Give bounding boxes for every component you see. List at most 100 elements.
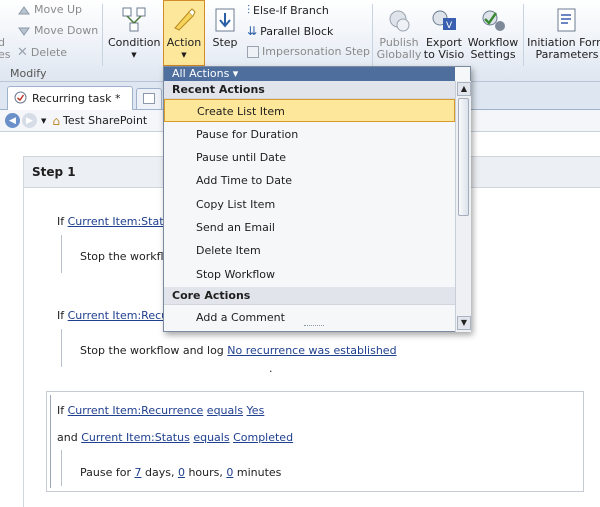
action-dropdown-menu: All Actions ▾ Recent Actions Create List…	[163, 66, 471, 332]
parallel-block-label: Parallel Block	[260, 24, 334, 38]
export-label-2: to Visio	[423, 48, 465, 61]
core-actions-category: Core Actions	[164, 287, 455, 305]
workflow-settings-label-2: Settings	[470, 48, 516, 61]
action-dropdown-icon: ▼	[181, 51, 187, 59]
move-up-icon	[17, 4, 31, 16]
condition-field-link[interactable]: Current Item:Recurrence	[68, 404, 204, 417]
delete-label: Delete	[30, 46, 68, 59]
form-icon	[527, 3, 600, 37]
menu-item-send-an-email[interactable]: Send an Email	[164, 216, 455, 239]
condition-line-1: If Current Item:Status	[57, 215, 176, 228]
breadcrumb-site[interactable]: Test SharePoint	[63, 114, 147, 127]
condition-field-link[interactable]: Current Item:Status	[81, 431, 190, 444]
menu-item-copy-list-item[interactable]: Copy List Item	[164, 193, 455, 216]
step-icon	[209, 3, 241, 37]
resize-grip[interactable]	[304, 325, 324, 329]
minutes-label: minutes	[236, 466, 282, 479]
history-dropdown-icon[interactable]: ▼	[41, 117, 46, 125]
move-down-button[interactable]: Move Down	[17, 24, 98, 37]
workflow-settings-button[interactable]: Workflow Settings	[467, 3, 519, 61]
impersonation-step-label: Impersonation Step	[262, 45, 371, 58]
menu-item-pause-until-date[interactable]: Pause until Date	[164, 146, 455, 169]
scroll-up-button[interactable]: ▲	[457, 82, 471, 96]
publish-label-2: Globally	[376, 48, 422, 61]
value-link[interactable]: Completed	[233, 431, 293, 444]
back-button[interactable]: ◀	[5, 113, 20, 128]
condition-button[interactable]: Condition ▼	[108, 3, 161, 61]
scroll-thumb[interactable]	[458, 98, 469, 216]
action-label: Action	[166, 36, 202, 49]
tab-site[interactable]	[136, 88, 162, 109]
hours-value-link[interactable]: 0	[178, 466, 185, 479]
home-icon: ⌂	[52, 113, 61, 128]
action-prefix: Stop the workflow and log	[80, 344, 224, 357]
days-value-link[interactable]: 7	[134, 466, 141, 479]
menu-scrollbar[interactable]: ▲ ▼	[455, 81, 471, 332]
pause-action-text: Pause for 7 days, 0 hours, 0 minutes	[80, 466, 281, 479]
condition-label: Condition	[108, 36, 161, 49]
initiation-form-parameters-button[interactable]: Initiation Form Parameters	[527, 3, 600, 61]
delete-button[interactable]: ✕ Delete	[17, 45, 67, 60]
else-if-branch-label: Else-If Branch	[253, 4, 329, 17]
modify-group-label: Modify	[10, 67, 47, 80]
menu-item-pause-for-duration[interactable]: Pause for Duration	[164, 123, 455, 146]
days-label: days,	[144, 466, 175, 479]
tab-label: Recurring task *	[32, 92, 121, 105]
parallel-icon: ⇊	[247, 24, 258, 38]
workflow-icon	[14, 91, 27, 107]
condition-line-4: and Current Item:Status equals Completed	[57, 431, 293, 444]
parallel-block-button[interactable]: ⇊ Parallel Block	[247, 24, 333, 38]
value-link[interactable]: Yes	[247, 404, 265, 417]
delete-icon: ✕	[17, 45, 28, 60]
impersonation-icon	[247, 45, 259, 58]
operator-link[interactable]: equals	[207, 404, 243, 417]
condition-icon	[108, 3, 160, 37]
else-if-branch-button[interactable]: ⫶ Else-If Branch	[247, 3, 329, 18]
move-up-label: Move Up	[34, 3, 83, 16]
initiation-form-label-2: Parameters	[535, 48, 599, 61]
condition-dropdown-icon: ▼	[131, 51, 137, 59]
condition-field-link[interactable]: Current Item:Status	[68, 215, 177, 228]
scroll-down-button[interactable]: ▼	[457, 316, 471, 330]
forward-button[interactable]: ▶	[22, 113, 37, 128]
if-keyword: If	[57, 215, 65, 228]
condition-field-link[interactable]: Current Item:Recur	[68, 309, 173, 322]
ribbon-separator	[523, 4, 524, 66]
indent-line	[61, 329, 62, 367]
if-keyword: If	[57, 404, 65, 417]
action-button[interactable]: Action ▼	[163, 0, 205, 66]
indent-line	[61, 450, 62, 486]
insertion-point[interactable]: .	[269, 362, 273, 375]
menu-item-create-list-item[interactable]: Create List Item	[164, 99, 455, 122]
move-down-label: Move Down	[34, 24, 99, 37]
indent-line	[61, 235, 62, 273]
recent-actions-category: Recent Actions	[164, 81, 455, 99]
impersonation-step-button[interactable]: Impersonation Step	[247, 45, 370, 58]
and-keyword: and	[57, 431, 78, 444]
indent-line	[50, 395, 51, 488]
menu-item-add-time-to-date[interactable]: Add Time to Date	[164, 169, 455, 192]
site-tab-icon	[143, 93, 155, 104]
move-up-button[interactable]: Move Up	[17, 3, 82, 16]
minutes-value-link[interactable]: 0	[226, 466, 233, 479]
ribbon-separator	[372, 4, 373, 66]
hours-label: hours,	[188, 466, 223, 479]
move-down-icon	[17, 25, 31, 37]
publish-globally-button[interactable]: Publish Globally	[376, 3, 422, 61]
action-text-1: Stop the workflo	[80, 250, 171, 263]
pause-prefix: Pause for	[80, 466, 131, 479]
condition-line-2: If Current Item:Recur	[57, 309, 173, 322]
operator-link[interactable]: equals	[193, 431, 229, 444]
step-button[interactable]: Step	[209, 3, 241, 49]
tab-recurring-task[interactable]: Recurring task *	[7, 86, 133, 110]
workflow-settings-icon	[467, 3, 519, 37]
ribbon-separator	[102, 4, 103, 66]
action-icon	[164, 1, 204, 37]
menu-item-stop-workflow[interactable]: Stop Workflow	[164, 263, 455, 286]
export-to-visio-button[interactable]: V Export to Visio	[423, 3, 465, 61]
all-actions-header[interactable]: All Actions ▾	[164, 67, 455, 81]
log-message-link[interactable]: No recurrence was established	[227, 344, 396, 357]
condition-line-3: If Current Item:Recurrence equals Yes	[57, 404, 264, 417]
menu-item-delete-item[interactable]: Delete Item	[164, 239, 455, 262]
branch-icon: ⫶	[247, 3, 251, 17]
